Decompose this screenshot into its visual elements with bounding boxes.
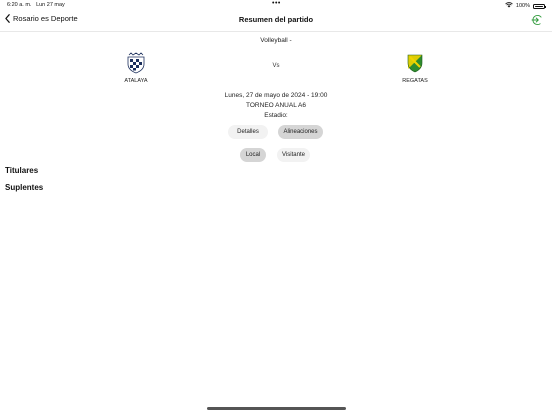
starters-heading: Titulares xyxy=(5,166,39,175)
home-team-name: ATALAYA xyxy=(124,78,148,84)
sign-in-icon[interactable] xyxy=(531,14,543,26)
battery-icon xyxy=(533,3,546,9)
substitutes-heading: Suplentes xyxy=(5,183,44,192)
home-indicator[interactable] xyxy=(207,407,346,410)
status-time: 6:20 a. m. Lun 27 may xyxy=(7,2,65,8)
tournament-name: TORNEO ANUAL A6 xyxy=(246,102,306,109)
status-date: Lun 27 may xyxy=(36,2,65,8)
sport-label: Volleyball - xyxy=(260,37,292,44)
away-team: REGATAS xyxy=(385,52,445,84)
away-team-name: REGATAS xyxy=(402,78,428,84)
page-title: Resumen del partido xyxy=(238,15,314,24)
stadium-label: Estadio: xyxy=(264,112,288,119)
multitasking-dots-icon[interactable]: ••• xyxy=(272,0,281,7)
regatas-crest-icon xyxy=(407,54,423,73)
versus-label: Vs xyxy=(272,63,280,69)
tab-lineups[interactable]: Alineaciones xyxy=(278,125,323,139)
navbar-divider xyxy=(0,31,552,32)
tab-home-lineup[interactable]: Local xyxy=(240,148,266,162)
tab-away-lineup[interactable]: Visitante xyxy=(277,148,310,162)
status-right: 100% xyxy=(505,2,546,10)
tab-details[interactable]: Detalles xyxy=(228,125,268,139)
status-bar: 6:20 a. m. Lun 27 may ••• 100% xyxy=(0,0,552,10)
wifi-icon xyxy=(505,2,513,10)
match-datetime: Lunes, 27 de mayo de 2024 - 19:00 xyxy=(224,92,328,99)
battery-percentage: 100% xyxy=(515,3,530,9)
navigation-bar: Rosario es Deporte Resumen del partido xyxy=(0,10,552,30)
